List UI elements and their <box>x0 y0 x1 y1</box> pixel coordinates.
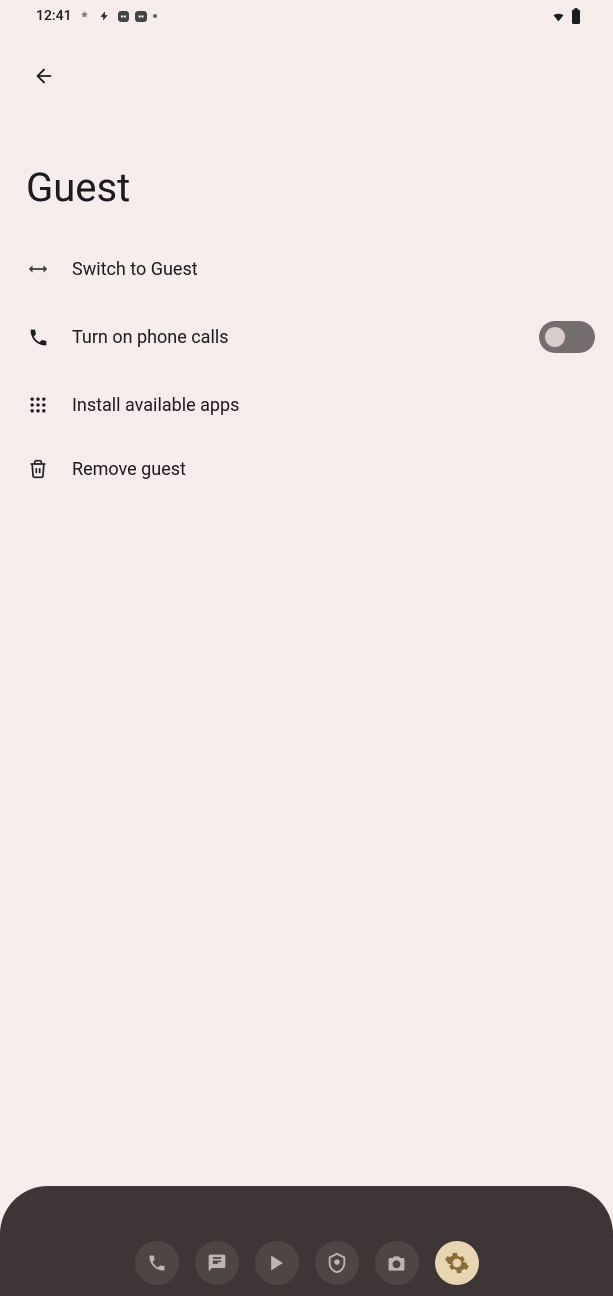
dock-messages[interactable] <box>195 1241 239 1285</box>
more-notifications-dot <box>153 14 157 18</box>
dock <box>0 1230 613 1296</box>
wifi-icon <box>550 10 567 23</box>
switch-to-guest-item[interactable]: Switch to Guest <box>0 237 613 301</box>
dock-phone[interactable] <box>135 1241 179 1285</box>
phone-icon <box>26 325 50 349</box>
message-icon <box>207 1253 227 1273</box>
status-time: 12:41 <box>36 8 72 24</box>
phone-calls-label: Turn on phone calls <box>72 327 539 348</box>
swap-icon <box>26 257 50 281</box>
dock-play-store[interactable] <box>255 1241 299 1285</box>
back-button[interactable] <box>30 62 58 90</box>
remove-guest-label: Remove guest <box>72 459 595 480</box>
status-left: 12:41 ▪▪ ▪▪ <box>36 8 157 24</box>
notification-badge-2: ▪▪ <box>135 11 147 22</box>
status-right <box>550 8 581 24</box>
switch-to-guest-label: Switch to Guest <box>72 259 595 280</box>
alarm-icon <box>78 9 92 23</box>
battery-icon <box>571 8 581 24</box>
shield-icon <box>326 1252 348 1274</box>
dock-settings[interactable] <box>435 1241 479 1285</box>
remove-guest-item[interactable]: Remove guest <box>0 437 613 501</box>
phone-calls-toggle[interactable] <box>539 321 595 353</box>
camera-icon <box>386 1254 407 1273</box>
lightning-icon <box>98 9 112 23</box>
page-title: Guest <box>0 90 613 237</box>
toggle-thumb <box>545 327 565 347</box>
apps-grid-icon <box>26 393 50 417</box>
notification-badge-1: ▪▪ <box>118 11 130 22</box>
settings-list: Switch to Guest Turn on phone calls Inst… <box>0 237 613 501</box>
install-apps-item[interactable]: Install available apps <box>0 373 613 437</box>
status-bar: 12:41 ▪▪ ▪▪ <box>0 0 613 32</box>
trash-icon <box>26 457 50 481</box>
app-bar <box>0 32 613 90</box>
dock-camera[interactable] <box>375 1241 419 1285</box>
phone-calls-item[interactable]: Turn on phone calls <box>0 301 613 373</box>
dock-chrome[interactable] <box>315 1241 359 1285</box>
gear-icon <box>444 1250 470 1276</box>
arrow-left-icon <box>33 65 55 87</box>
install-apps-label: Install available apps <box>72 395 595 416</box>
play-icon <box>267 1252 287 1274</box>
phone-icon <box>147 1253 167 1273</box>
